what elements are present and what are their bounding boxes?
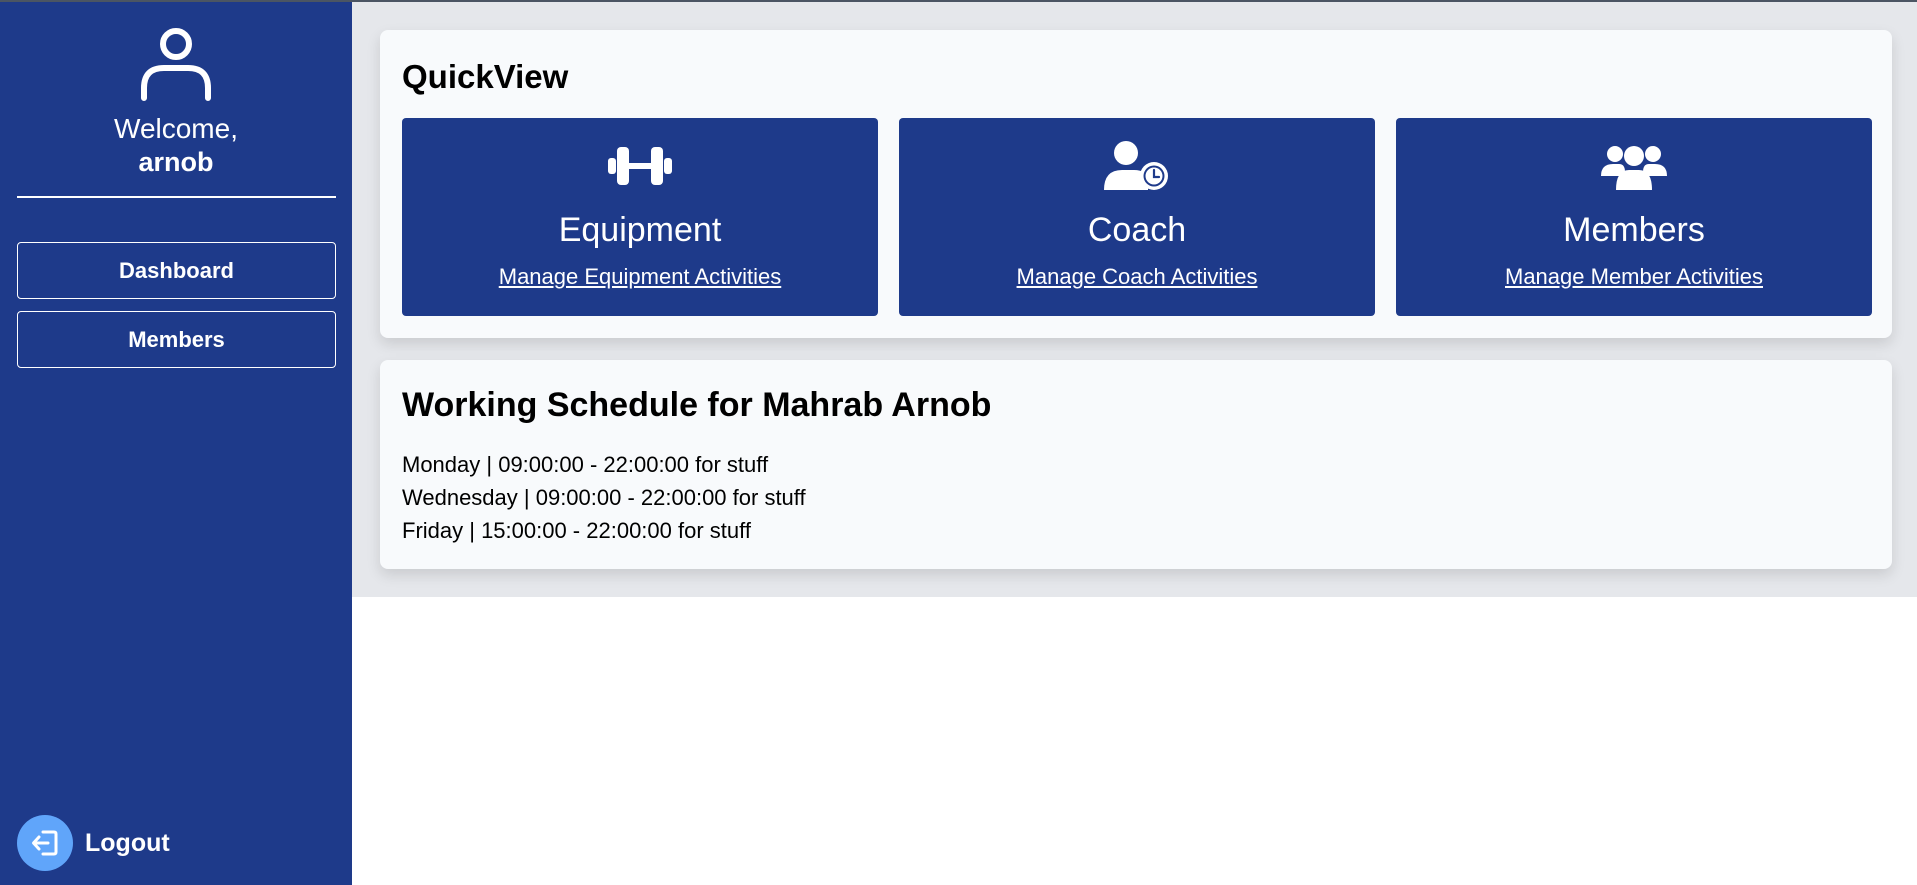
user-clock-icon <box>899 140 1375 192</box>
manage-members-link[interactable]: Manage Member Activities <box>1396 264 1872 290</box>
schedule-list: Monday | 09:00:00 - 22:00:00 for stuff W… <box>402 448 806 547</box>
coach-title: Coach <box>1087 211 1187 249</box>
sidebar-item-label: Dashboard <box>119 257 234 283</box>
schedule-title: Working Schedule for Mahrab Arnob <box>402 386 992 424</box>
equipment-title: Equipment <box>558 211 722 249</box>
sidebar: Welcome, arnob Dashboard Members Logout <box>0 0 352 885</box>
welcome-text: Welcome, <box>114 113 238 144</box>
list-item: Wednesday | 09:00:00 - 22:00:00 for stuf… <box>402 485 806 510</box>
window-top-border <box>0 0 1917 2</box>
sidebar-divider <box>17 196 336 198</box>
manage-coach-link[interactable]: Manage Coach Activities <box>899 264 1375 290</box>
username: arnob <box>138 147 214 177</box>
sidebar-item-members[interactable]: Members <box>17 311 336 368</box>
list-item: Friday | 15:00:00 - 22:00:00 for stuff <box>402 518 751 543</box>
schedule-card: Working Schedule for Mahrab Arnob Monday… <box>380 360 1892 569</box>
members-tile[interactable]: Members Manage Member Activities <box>1396 118 1872 316</box>
quickview-title: QuickView <box>402 58 569 95</box>
list-item: Monday | 09:00:00 - 22:00:00 for stuff <box>402 452 769 477</box>
users-icon <box>1396 140 1872 192</box>
user-profile: Welcome, arnob <box>0 26 352 178</box>
logout-button[interactable]: Logout <box>17 815 170 871</box>
manage-equipment-link[interactable]: Manage Equipment Activities <box>402 264 878 290</box>
logout-label: Logout <box>85 828 170 857</box>
members-title: Members <box>1563 211 1705 249</box>
logout-icon <box>17 815 73 871</box>
dumbbell-icon <box>402 140 878 192</box>
quickview-card: QuickView Equipment Manage Equipment Act… <box>380 30 1892 338</box>
sidebar-item-dashboard[interactable]: Dashboard <box>17 242 336 299</box>
coach-tile[interactable]: Coach Manage Coach Activities <box>899 118 1375 316</box>
equipment-tile[interactable]: Equipment Manage Equipment Activities <box>402 118 878 316</box>
sidebar-item-label: Members <box>128 326 225 352</box>
user-avatar-icon <box>141 28 211 101</box>
